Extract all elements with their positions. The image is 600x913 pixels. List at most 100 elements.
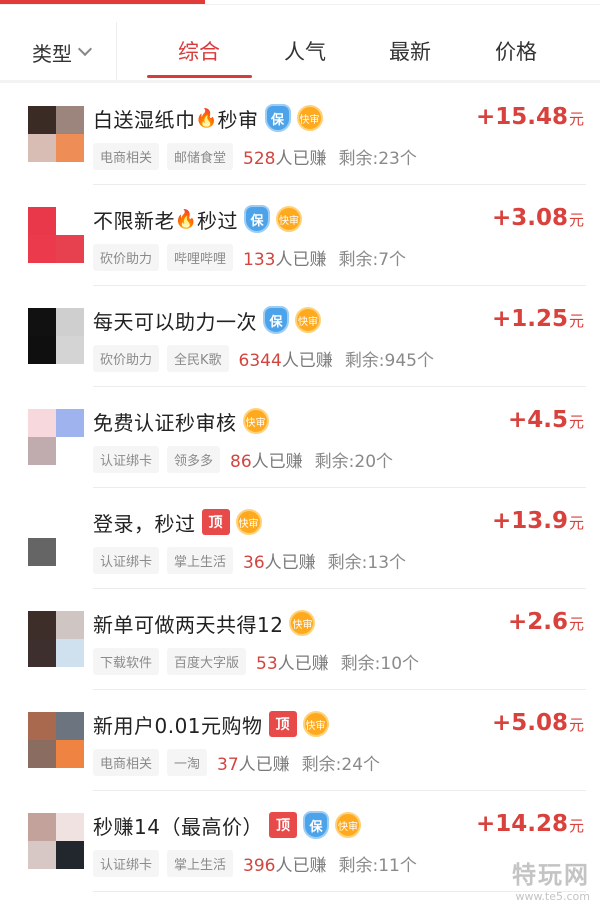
category-tag: 砍价助力 — [93, 243, 160, 271]
thumbnail-tile — [56, 336, 84, 364]
earned-label: 人已赚 — [277, 653, 329, 674]
task-item[interactable]: 新单可做两天共得12 快审 下载软件 百度大字版 53人已赚 剩余:10个 +2.6元 — [0, 589, 600, 690]
type-dropdown[interactable]: 类型 — [32, 38, 93, 66]
reward-amount: +15.48 — [475, 104, 568, 130]
task-title-suffix: 秒审 — [217, 107, 259, 132]
guarantee-badge-icon: 保 — [302, 811, 329, 839]
task-item[interactable]: 登录，秒过顶快审 认证绑卡 掌上生活 36人已赚 剩余:13个 +13.9元 — [0, 488, 600, 589]
thumbnail-tile — [28, 409, 56, 437]
fast-review-badge-icon: 快审 — [296, 105, 323, 131]
fast-review-badge-icon: 快审 — [289, 610, 316, 636]
reward-amount: +14.28 — [475, 811, 568, 837]
earned-count: 6344人已赚 — [239, 346, 333, 371]
task-title: 每天可以助力一次 — [93, 309, 257, 334]
earned-label: 人已赚 — [264, 552, 316, 573]
top-divider — [0, 4, 600, 5]
task-item[interactable]: 白送湿纸巾 🔥 秒审保快审 电商相关 邮储食堂 528人已赚 剩余:23个 +15.48元 — [0, 84, 600, 185]
reward-amount: +2.6 — [507, 609, 568, 635]
thumbnail-tile — [56, 409, 84, 437]
platform-tag: 领多多 — [167, 445, 221, 473]
platform-tag: 掌上生活 — [167, 849, 234, 877]
task-reward: +15.48元 — [476, 104, 584, 130]
earned-number: 53 — [256, 653, 278, 674]
category-tag: 电商相关 — [93, 748, 160, 776]
earned-number: 36 — [243, 552, 265, 573]
earned-number: 528 — [243, 148, 276, 169]
task-reward: +13.9元 — [492, 508, 584, 534]
thumbnail-tile — [28, 336, 56, 364]
thumbnail-tile — [56, 235, 84, 263]
task-meta-row: 下载软件 百度大字版 53人已赚 剩余:10个 — [93, 647, 419, 675]
thumbnail-tile — [56, 308, 84, 336]
earned-count: 86人已赚 — [230, 447, 303, 472]
earned-number: 86 — [230, 451, 252, 472]
task-title-row: 秒赚14（最高价）顶保快审 — [93, 809, 361, 841]
remaining-count: 剩余:945个 — [344, 350, 434, 371]
task-title-row: 新单可做两天共得12 快审 — [93, 607, 316, 639]
earned-label: 人已赚 — [251, 451, 303, 472]
task-meta-row: 认证绑卡 掌上生活 396人已赚 剩余:11个 — [93, 849, 417, 877]
reward-unit: 元 — [568, 211, 584, 229]
tab-popularity[interactable]: 人气 — [255, 36, 355, 66]
task-item[interactable]: 免费认证秒审核 快审 认证绑卡 领多多 86人已赚 剩余:20个 +4.5元 — [0, 387, 600, 488]
task-item[interactable]: 新用户0.01元购物顶快审 电商相关 一淘 37人已赚 剩余:24个 +5.08元 — [0, 690, 600, 791]
thumbnail-tile — [56, 841, 84, 869]
task-reward: +3.08元 — [492, 205, 584, 231]
task-item[interactable]: 不限新老 🔥 秒过保快审 砍价助力 哔哩哔哩 133人已赚 剩余:7个 +3.08元 — [0, 185, 600, 286]
reward-unit: 元 — [568, 615, 584, 633]
task-title: 白送湿纸巾 — [93, 107, 196, 132]
thumbnail-tile — [28, 437, 56, 465]
guarantee-badge-icon: 保 — [263, 306, 289, 334]
filter-bar-divider — [0, 80, 600, 83]
task-title-row: 登录，秒过顶快审 — [93, 506, 262, 538]
thumbnail-tile — [28, 134, 56, 162]
reward-unit: 元 — [568, 514, 584, 532]
reward-unit: 元 — [568, 716, 584, 734]
task-meta-row: 认证绑卡 领多多 86人已赚 剩余:20个 — [93, 445, 393, 473]
category-tag: 下载软件 — [93, 647, 160, 675]
task-list: 白送湿纸巾 🔥 秒审保快审 电商相关 邮储食堂 528人已赚 剩余:23个 +15.48元 不限… — [0, 84, 600, 892]
task-title-row: 不限新老 🔥 秒过保快审 — [93, 203, 302, 235]
task-thumbnail — [28, 712, 84, 768]
fast-review-badge-icon: 快审 — [235, 509, 262, 535]
thumbnail-tile — [56, 106, 84, 134]
tab-price[interactable]: 价格 — [466, 36, 566, 66]
thumbnail-tile — [56, 611, 84, 639]
reward-unit: 元 — [568, 110, 584, 128]
thumbnail-tile — [56, 207, 84, 235]
platform-tag: 邮储食堂 — [167, 142, 234, 170]
active-tab-indicator — [147, 75, 252, 78]
thumbnail-tile — [28, 308, 56, 336]
thumbnail-tile — [28, 813, 56, 841]
thumbnail-tile — [56, 712, 84, 740]
platform-tag: 掌上生活 — [167, 546, 234, 574]
earned-number: 396 — [243, 855, 276, 876]
earned-count: 133人已赚 — [243, 245, 326, 270]
fast-review-badge-icon: 快审 — [334, 812, 361, 838]
tab-newest[interactable]: 最新 — [360, 36, 460, 66]
watermark-logo-text: 特玩网 — [512, 861, 590, 889]
tab-comprehensive[interactable]: 综合 — [149, 36, 249, 66]
platform-tag: 全民K歌 — [167, 344, 229, 372]
category-tag: 认证绑卡 — [93, 445, 160, 473]
platform-tag: 百度大字版 — [167, 647, 247, 675]
reward-amount: +5.08 — [491, 710, 568, 736]
task-meta-row: 电商相关 一淘 37人已赚 剩余:24个 — [93, 748, 380, 776]
task-title-suffix: 秒过 — [197, 208, 238, 233]
reward-amount: +4.5 — [507, 407, 568, 433]
task-item[interactable]: 秒赚14（最高价）顶保快审 认证绑卡 掌上生活 396人已赚 剩余:11个 +14.28元 — [0, 791, 600, 892]
thumbnail-tile — [56, 134, 84, 162]
earned-count: 37人已赚 — [217, 750, 290, 775]
watermark-url: www.te5.com — [515, 890, 590, 903]
thumbnail-tile — [28, 106, 56, 134]
thumbnail-tile — [56, 639, 84, 667]
platform-tag: 一淘 — [167, 748, 208, 776]
task-item[interactable]: 每天可以助力一次保快审 砍价助力 全民K歌 6344人已赚 剩余:945个 +1.25元 — [0, 286, 600, 387]
category-tag: 认证绑卡 — [93, 849, 160, 877]
fast-review-badge-icon: 快审 — [276, 206, 302, 232]
task-reward: +14.28元 — [476, 811, 584, 837]
earned-number: 37 — [217, 754, 239, 775]
earned-count: 53人已赚 — [256, 649, 329, 674]
fast-review-badge-icon: 快审 — [295, 307, 321, 333]
reward-unit: 元 — [568, 413, 584, 431]
